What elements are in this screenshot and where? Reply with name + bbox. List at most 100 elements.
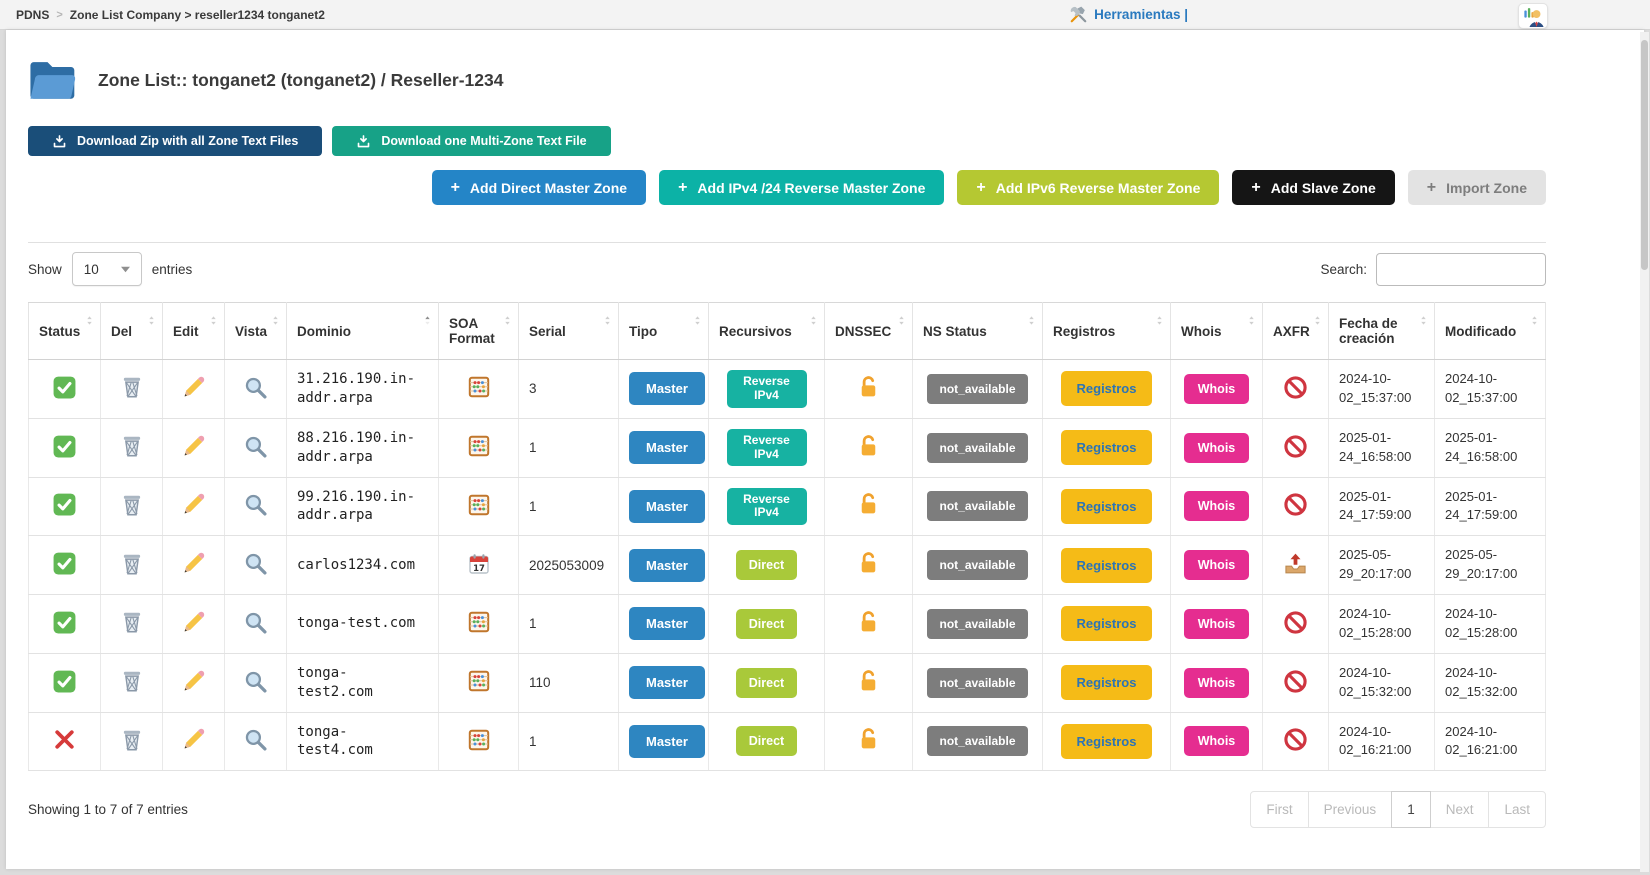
column-header-registros[interactable]: Registros bbox=[1043, 303, 1171, 360]
column-header-soa[interactable]: SOA Format bbox=[439, 303, 519, 360]
abacus-icon[interactable] bbox=[467, 610, 491, 634]
magnifier-icon[interactable] bbox=[243, 551, 268, 576]
trash-icon[interactable] bbox=[119, 492, 145, 518]
column-header-vista[interactable]: Vista bbox=[225, 303, 287, 360]
recursivos-button[interactable]: Reverse IPv4 bbox=[727, 488, 807, 526]
ns-status-button[interactable]: not_available bbox=[927, 609, 1027, 639]
lock-open-icon[interactable] bbox=[856, 669, 881, 694]
abacus-icon[interactable] bbox=[467, 669, 491, 693]
add-slave-zone-button[interactable]: + Add Slave Zone bbox=[1232, 170, 1394, 205]
vertical-scrollbar[interactable] bbox=[1640, 32, 1649, 872]
prohibited-icon[interactable] bbox=[1283, 610, 1308, 635]
registros-button[interactable]: Registros bbox=[1061, 606, 1153, 641]
whois-button[interactable]: Whois bbox=[1184, 726, 1250, 756]
add-ipv4-reverse-zone-button[interactable]: + Add IPv4 /24 Reverse Master Zone bbox=[659, 170, 944, 205]
column-header-domain[interactable]: Dominio bbox=[287, 303, 439, 360]
pencil-icon[interactable] bbox=[181, 375, 206, 400]
recursivos-button[interactable]: Direct bbox=[736, 550, 797, 580]
registros-button[interactable]: Registros bbox=[1061, 724, 1153, 759]
registros-button[interactable]: Registros bbox=[1061, 430, 1153, 465]
trash-icon[interactable] bbox=[119, 374, 145, 400]
whois-button[interactable]: Whois bbox=[1184, 550, 1250, 580]
pencil-icon[interactable] bbox=[181, 492, 206, 517]
lock-open-icon[interactable] bbox=[856, 375, 881, 400]
tipo-button[interactable]: Master bbox=[629, 607, 705, 640]
ns-status-button[interactable]: not_available bbox=[927, 491, 1027, 521]
magnifier-icon[interactable] bbox=[243, 492, 268, 517]
pencil-icon[interactable] bbox=[181, 669, 206, 694]
column-header-whois[interactable]: Whois bbox=[1171, 303, 1263, 360]
column-header-axfr[interactable]: AXFR bbox=[1263, 303, 1329, 360]
trash-icon[interactable] bbox=[119, 551, 145, 577]
column-header-del[interactable]: Del bbox=[101, 303, 163, 360]
calendar-icon[interactable]: 17 bbox=[467, 552, 491, 576]
tipo-button[interactable]: Master bbox=[629, 431, 705, 464]
breadcrumb[interactable]: Zone List Company > reseller1234 tongane… bbox=[70, 8, 325, 22]
add-ipv6-reverse-zone-button[interactable]: + Add IPv6 Reverse Master Zone bbox=[957, 170, 1219, 205]
prohibited-icon[interactable] bbox=[1283, 375, 1308, 400]
column-header-recursivos[interactable]: Recursivos bbox=[709, 303, 825, 360]
registros-button[interactable]: Registros bbox=[1061, 371, 1153, 406]
registros-button[interactable]: Registros bbox=[1061, 665, 1153, 700]
lock-open-icon[interactable] bbox=[856, 434, 881, 459]
magnifier-icon[interactable] bbox=[243, 610, 268, 635]
column-header-ns_status[interactable]: NS Status bbox=[913, 303, 1043, 360]
abacus-icon[interactable] bbox=[467, 493, 491, 517]
tipo-button[interactable]: Master bbox=[629, 725, 705, 758]
download-zip-button[interactable]: Download Zip with all Zone Text Files bbox=[28, 126, 322, 156]
ns-status-button[interactable]: not_available bbox=[927, 550, 1027, 580]
tipo-button[interactable]: Master bbox=[629, 372, 705, 405]
tipo-button[interactable]: Master bbox=[629, 490, 705, 523]
column-header-modified[interactable]: Modificado bbox=[1435, 303, 1546, 360]
whois-button[interactable]: Whois bbox=[1184, 491, 1250, 521]
magnifier-icon[interactable] bbox=[243, 727, 268, 752]
ns-status-button[interactable]: not_available bbox=[927, 433, 1027, 463]
registros-button[interactable]: Registros bbox=[1061, 489, 1153, 524]
pencil-icon[interactable] bbox=[181, 551, 206, 576]
user-profile-button[interactable] bbox=[1518, 3, 1548, 29]
page-size-select[interactable]: 10 bbox=[72, 252, 142, 286]
recursivos-button[interactable]: Reverse IPv4 bbox=[727, 429, 807, 467]
herramientas-menu[interactable]: Herramientas | bbox=[1069, 5, 1188, 24]
abacus-icon[interactable] bbox=[467, 728, 491, 752]
column-header-created[interactable]: Fecha de creación bbox=[1329, 303, 1435, 360]
trash-icon[interactable] bbox=[119, 727, 145, 753]
whois-button[interactable]: Whois bbox=[1184, 609, 1250, 639]
tipo-button[interactable]: Master bbox=[629, 549, 705, 582]
outbox-icon[interactable] bbox=[1283, 551, 1308, 576]
ns-status-button[interactable]: not_available bbox=[927, 668, 1027, 698]
pencil-icon[interactable] bbox=[181, 727, 206, 752]
abacus-icon[interactable] bbox=[467, 375, 491, 399]
whois-button[interactable]: Whois bbox=[1184, 668, 1250, 698]
lock-open-icon[interactable] bbox=[856, 551, 881, 576]
abacus-icon[interactable] bbox=[467, 434, 491, 458]
prohibited-icon[interactable] bbox=[1283, 434, 1308, 459]
registros-button[interactable]: Registros bbox=[1061, 548, 1153, 583]
whois-button[interactable]: Whois bbox=[1184, 433, 1250, 463]
add-direct-master-zone-button[interactable]: + Add Direct Master Zone bbox=[432, 170, 646, 205]
tipo-button[interactable]: Master bbox=[629, 666, 705, 699]
column-header-dnssec[interactable]: DNSSEC bbox=[825, 303, 913, 360]
ns-status-button[interactable]: not_available bbox=[927, 726, 1027, 756]
magnifier-icon[interactable] bbox=[243, 434, 268, 459]
whois-button[interactable]: Whois bbox=[1184, 374, 1250, 404]
lock-open-icon[interactable] bbox=[856, 492, 881, 517]
trash-icon[interactable] bbox=[119, 433, 145, 459]
recursivos-button[interactable]: Direct bbox=[736, 668, 797, 698]
search-input[interactable] bbox=[1376, 253, 1546, 286]
recursivos-button[interactable]: Direct bbox=[736, 726, 797, 756]
column-header-tipo[interactable]: Tipo bbox=[619, 303, 709, 360]
column-header-status[interactable]: Status bbox=[29, 303, 101, 360]
magnifier-icon[interactable] bbox=[243, 375, 268, 400]
lock-open-icon[interactable] bbox=[856, 610, 881, 635]
pencil-icon[interactable] bbox=[181, 610, 206, 635]
scrollbar-thumb[interactable] bbox=[1641, 40, 1648, 270]
lock-open-icon[interactable] bbox=[856, 727, 881, 752]
column-header-serial[interactable]: Serial bbox=[519, 303, 619, 360]
ns-status-button[interactable]: not_available bbox=[927, 374, 1027, 404]
brand-pdns[interactable]: PDNS bbox=[16, 8, 49, 22]
magnifier-icon[interactable] bbox=[243, 669, 268, 694]
prohibited-icon[interactable] bbox=[1283, 492, 1308, 517]
prohibited-icon[interactable] bbox=[1283, 669, 1308, 694]
download-multizone-button[interactable]: Download one Multi-Zone Text File bbox=[332, 126, 610, 156]
